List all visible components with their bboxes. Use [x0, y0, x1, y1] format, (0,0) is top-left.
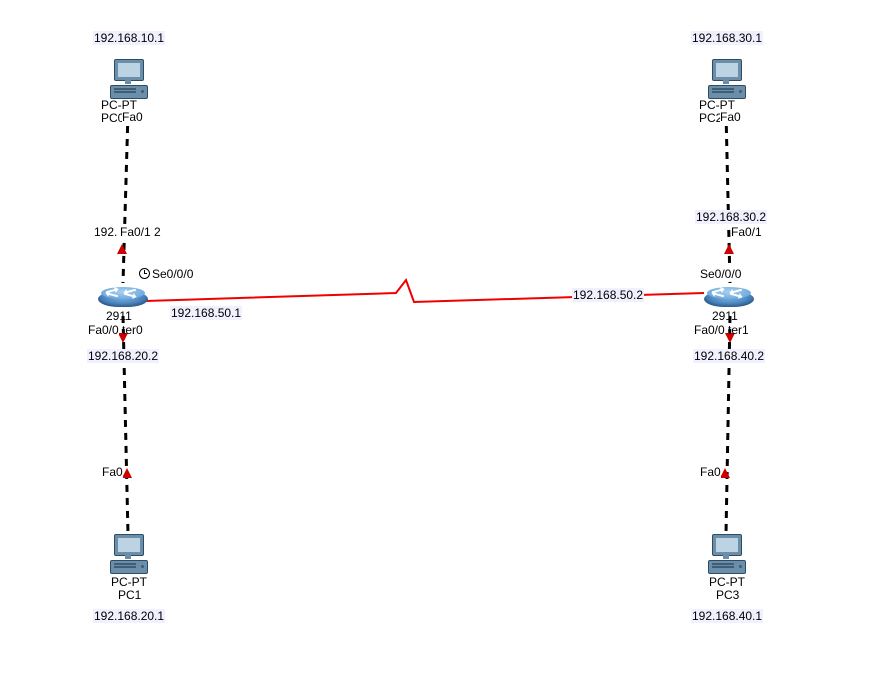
- pc1-type-label: PC-PT: [111, 575, 147, 589]
- router0-se-port-label: Se0/0/0: [152, 267, 193, 281]
- router0-fa00-ip-label: 192.168.20.2: [87, 349, 159, 363]
- pc3-type-label: PC-PT: [709, 575, 745, 589]
- link-arrow: [117, 244, 127, 254]
- link-arrow: [720, 468, 730, 478]
- pc3-host-label: PC3: [716, 588, 739, 602]
- pc0-port-label: Fa0: [122, 110, 143, 124]
- pc0-icon[interactable]: [108, 59, 150, 101]
- router1-fa00-ip-label: 192.168.40.2: [693, 349, 765, 363]
- router1-model-label: 2911: [712, 309, 738, 323]
- pc0-ip-label: 192.168.10.1: [93, 31, 165, 45]
- pc2-icon[interactable]: [706, 59, 748, 101]
- router1-se-port-label: Se0/0/0: [700, 267, 741, 281]
- pc3-ip-label: 192.168.40.1: [691, 609, 763, 623]
- pc3-port-label: Fa0: [700, 465, 721, 479]
- pc2-ip-label: 192.168.30.1: [691, 31, 763, 45]
- pc1-ip-label: 192.168.20.1: [93, 609, 165, 623]
- router0-icon[interactable]: [98, 287, 148, 311]
- router1-fa01-port-label: Fa0/1: [731, 225, 762, 239]
- pc2-port-label: Fa0: [720, 110, 741, 124]
- router0-se-ip-label: 192.168.50.1: [170, 306, 242, 320]
- router0-model-label: 2911: [106, 309, 132, 323]
- pc1-port-label: Fa0: [102, 465, 123, 479]
- router1-fa00-port-label: Fa0/0: [694, 323, 725, 337]
- router0-fa01-ip-partial: 192.: [94, 225, 117, 239]
- pc2-host-label: PC2: [699, 111, 719, 125]
- router1-fa01-ip-label: 192.168.30.2: [695, 210, 767, 224]
- pc1-host-label: PC1: [118, 588, 141, 602]
- router1-icon[interactable]: [704, 287, 754, 311]
- pc3-icon[interactable]: [706, 534, 748, 576]
- link-arrow: [122, 468, 132, 478]
- router0-host-label-partial: ter0: [122, 323, 143, 337]
- link-arrow: [724, 244, 734, 254]
- router0-fa00-port-label: Fa0/0: [88, 323, 119, 337]
- pc1-icon[interactable]: [108, 534, 150, 576]
- pc0-host-label: PC0: [101, 111, 121, 125]
- router0-fa01-port-display: Fa0/1 2: [120, 225, 161, 239]
- router1-se-ip-label: 192.168.50.2: [572, 288, 644, 302]
- router1-host-label-partial: ter1: [728, 323, 749, 337]
- clock-icon: [139, 268, 150, 279]
